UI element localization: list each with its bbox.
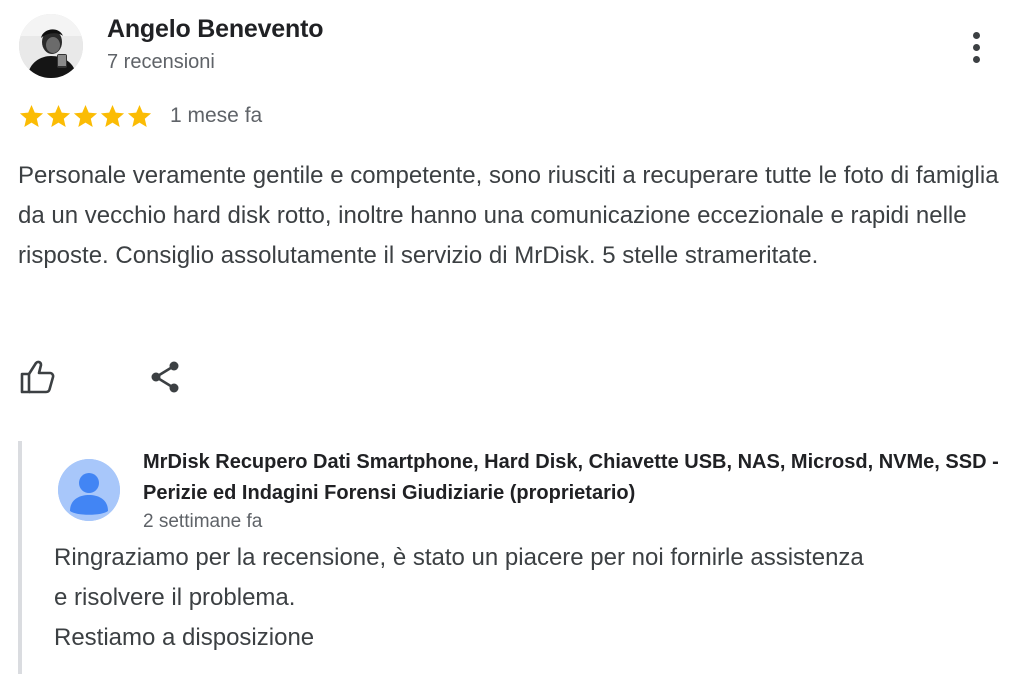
owner-name: MrDisk Recupero Dati Smartphone, Hard Di… [143, 451, 999, 504]
default-person-avatar-icon [58, 459, 120, 521]
reply-text: Ringraziamo per la recensione, è stato u… [54, 538, 1014, 658]
star-icon [127, 104, 152, 127]
share-icon [151, 361, 179, 393]
owner-avatar[interactable] [58, 459, 120, 521]
star-rating [18, 103, 153, 130]
owner-reply: MrDisk Recupero Dati Smartphone, Hard Di… [18, 441, 1014, 674]
star-icon [19, 104, 44, 127]
thumb-up-icon [20, 360, 55, 394]
reply-text-line: Restiamo a disposizione [54, 624, 315, 651]
author-avatar[interactable] [19, 14, 83, 78]
review-date: 1 mese fa [170, 104, 263, 127]
review-text: Personale veramente gentile e competente… [18, 162, 999, 269]
more-options-button[interactable] [958, 26, 994, 68]
rating-row: 1 mese fa [18, 101, 262, 131]
star-icon [73, 104, 98, 127]
more-vert-icon-dot [972, 43, 980, 51]
user-photo-avatar-icon [19, 14, 83, 78]
author-review-count[interactable]: 7 recensioni [107, 51, 215, 74]
star-icon [100, 104, 125, 127]
more-vert-icon-dot [972, 55, 980, 63]
author-name[interactable]: Angelo Benevento [107, 15, 323, 44]
star-icon [46, 104, 71, 127]
more-vert-icon-dot [972, 31, 980, 39]
share-button[interactable] [143, 355, 187, 399]
reply-date: 2 settimane fa [143, 511, 263, 532]
reply-text-line: Ringraziamo per la recensione, è stato u… [54, 544, 864, 571]
like-button[interactable] [15, 355, 59, 399]
reply-text-line: e risolvere il problema. [54, 584, 296, 611]
